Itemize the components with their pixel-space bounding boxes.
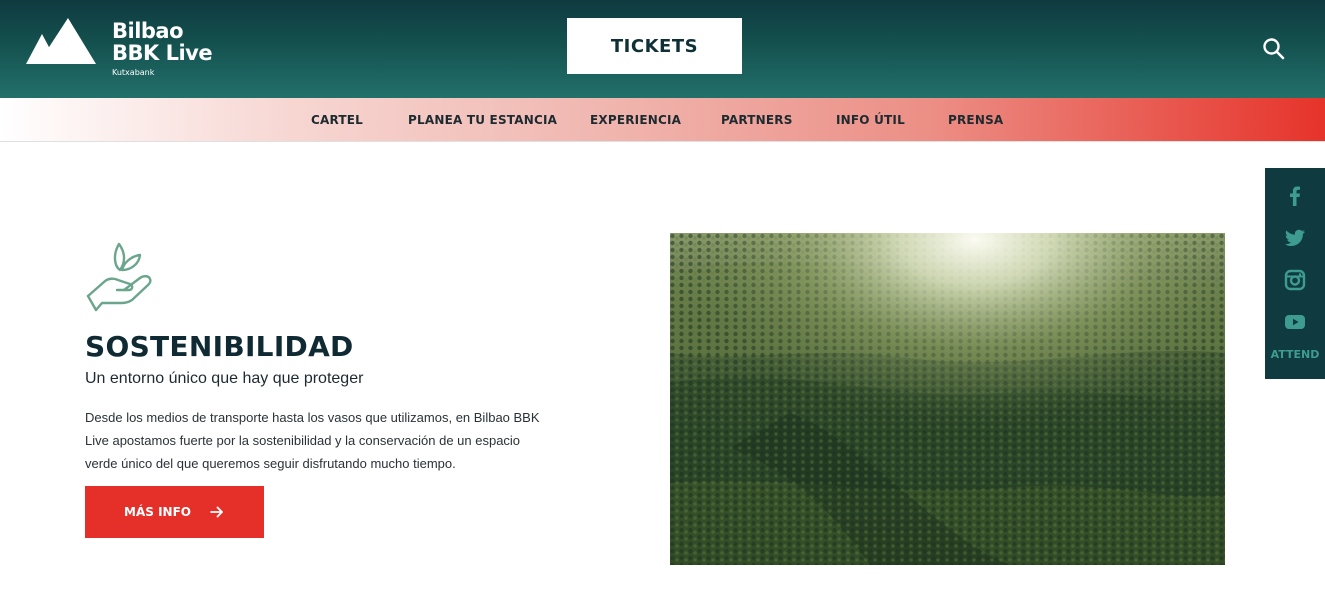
search-icon[interactable] (1261, 36, 1287, 62)
arrow-right-icon (210, 506, 223, 518)
hand-leaf-icon (86, 242, 152, 312)
facebook-icon[interactable] (1284, 185, 1306, 207)
main-nav: CARTEL PLANEA TU ESTANCIA EXPERIENCIA PA… (0, 98, 1325, 142)
logo-wordmark: Bilbao BBK Live (112, 19, 213, 65)
nav-item-prensa[interactable]: PRENSA (948, 98, 1003, 142)
attend-link[interactable]: ATTEND (1265, 348, 1325, 361)
site-header: Bilbao BBK Live Kutxabank TICKETS (0, 0, 1325, 98)
nav-item-info-util[interactable]: INFO ÚTIL (836, 98, 905, 142)
mountains-logo-icon (26, 18, 96, 64)
section-subtitle: Un entorno único que hay que proteger (85, 370, 364, 387)
instagram-icon[interactable] (1284, 269, 1306, 291)
bilbao-bbk-live-logo[interactable]: Bilbao BBK Live Kutxabank (26, 16, 216, 78)
nav-item-partners[interactable]: PARTNERS (721, 98, 793, 142)
logo-sponsor: Kutxabank (112, 68, 155, 77)
nav-item-planea-tu-estancia[interactable]: PLANEA TU ESTANCIA (408, 98, 557, 142)
social-sidebar: ATTEND (1265, 168, 1325, 379)
logo-line2: BBK Live (112, 41, 213, 65)
youtube-icon[interactable] (1284, 311, 1306, 333)
twitter-icon[interactable] (1284, 227, 1306, 249)
page: Bilbao BBK Live Kutxabank TICKETS CARTEL… (0, 0, 1325, 594)
forest-photo (670, 233, 1225, 565)
section-description: Desde los medios de transporte hasta los… (85, 410, 540, 471)
tickets-button[interactable]: TICKETS (567, 18, 742, 74)
mas-info-button[interactable]: MÁS INFO (85, 486, 264, 538)
nav-item-experiencia[interactable]: EXPERIENCIA (590, 98, 681, 142)
section-title: SOSTENIBILIDAD (85, 330, 354, 363)
logo-line1: Bilbao (112, 19, 184, 43)
mas-info-label: MÁS INFO (124, 505, 191, 519)
nav-item-cartel[interactable]: CARTEL (311, 98, 363, 142)
